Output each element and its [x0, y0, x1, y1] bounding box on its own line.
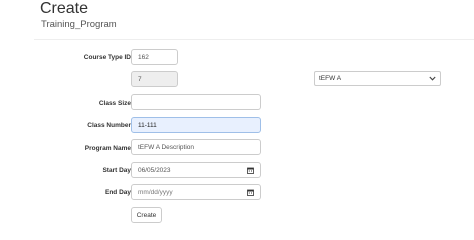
course-type-select[interactable]: tEFW A: [314, 71, 441, 86]
class-number-input[interactable]: 11-111: [131, 117, 261, 133]
calendar-icon[interactable]: [247, 189, 254, 196]
program-name-value: tEFW A Description: [138, 143, 194, 151]
program-name-input[interactable]: tEFW A Description: [131, 139, 261, 155]
page-subtitle: Training_Program: [41, 19, 117, 30]
program-name-label: Program Name: [84, 145, 131, 152]
course-type-select-value: tEFW A: [319, 75, 342, 82]
calendar-icon[interactable]: [247, 167, 254, 174]
header-divider: [34, 39, 474, 40]
page-title: Create: [40, 0, 89, 17]
course-type-id-input[interactable]: 162: [131, 49, 178, 65]
course-type-code-field: 7: [131, 71, 178, 87]
start-day-input[interactable]: 06/05/2023: [131, 162, 261, 178]
end-day-placeholder: mm/dd/yyyy: [138, 188, 173, 196]
end-day-input[interactable]: mm/dd/yyyy: [131, 184, 261, 200]
course-type-id-label: Course Type ID: [83, 54, 131, 61]
class-size-input[interactable]: [131, 94, 261, 110]
course-type-code-value: 7: [138, 75, 142, 83]
chevron-down-icon: [429, 76, 436, 81]
start-day-value: 06/05/2023: [138, 166, 171, 174]
course-type-id-value: 162: [138, 53, 149, 61]
end-day-label: End Day: [104, 189, 131, 196]
class-number-value: 11-111: [138, 121, 157, 129]
start-day-label: Start Day: [102, 167, 131, 174]
class-size-label: Class Size: [98, 100, 131, 107]
create-button[interactable]: Create: [131, 207, 162, 223]
class-number-label: Class Number: [87, 122, 131, 129]
